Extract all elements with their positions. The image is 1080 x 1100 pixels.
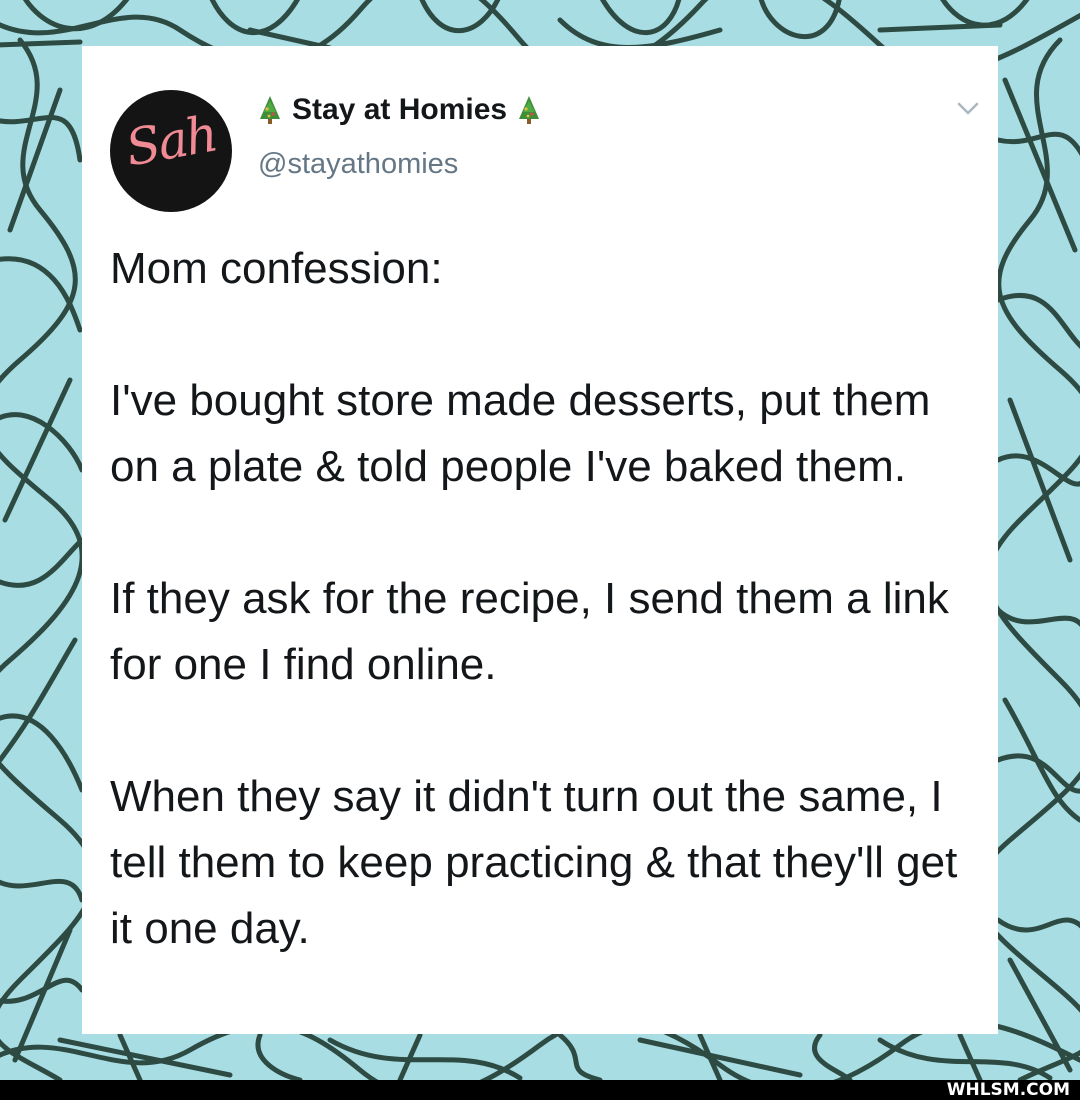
avatar-logo-text: Sah bbox=[121, 104, 221, 178]
user-handle[interactable]: @stayathomies bbox=[258, 148, 458, 181]
display-name: Stay at Homies bbox=[292, 93, 508, 126]
tweet-paragraph: When they say it didn't turn out the sam… bbox=[110, 772, 958, 953]
display-name-row[interactable]: Stay at Homies bbox=[258, 90, 541, 130]
tweet-paragraph: If they ask for the recipe, I send them … bbox=[110, 574, 949, 689]
christmas-tree-icon bbox=[258, 95, 282, 125]
tweet-paragraph: Mom confession: bbox=[110, 244, 443, 293]
watermark: WHLSM.COM bbox=[946, 1080, 1070, 1100]
footer-bar: WHLSM.COM bbox=[0, 1080, 1080, 1100]
tweet-card: Sah Stay at Homies @stayathomies Mom con… bbox=[82, 46, 998, 1034]
tweet-paragraph: I've bought store made desserts, put the… bbox=[110, 376, 931, 491]
chevron-down-icon[interactable] bbox=[956, 100, 980, 118]
tweet-text: Mom confession: I've bought store made d… bbox=[110, 236, 980, 962]
christmas-tree-icon bbox=[517, 95, 541, 125]
avatar[interactable]: Sah bbox=[110, 90, 232, 212]
